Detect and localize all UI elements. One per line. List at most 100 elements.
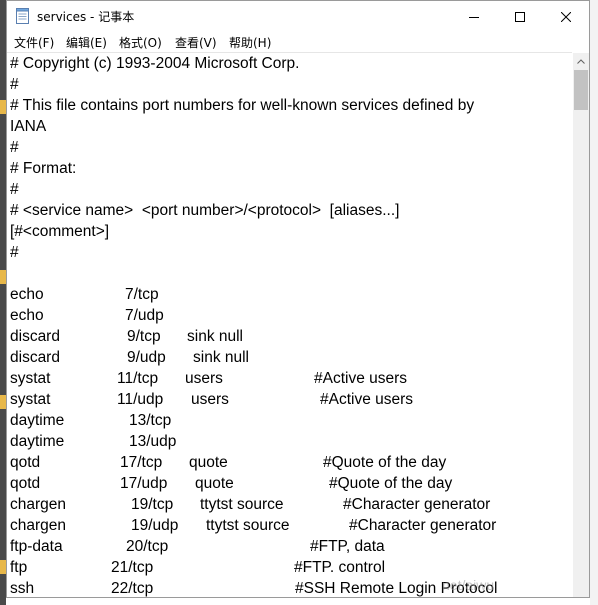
text-line bbox=[10, 263, 474, 284]
text-line: # This file contains port numbers for we… bbox=[10, 95, 474, 116]
text-line: # bbox=[10, 242, 474, 263]
line-aliases: users bbox=[185, 370, 223, 387]
notepad-window: services - 记事本 文件(F) 编辑(E) 格式(O) 查看(V) 帮… bbox=[6, 0, 590, 598]
text-editor[interactable]: # Copyright (c) 1993-2004 Microsoft Corp… bbox=[7, 52, 572, 598]
text-line: IANA bbox=[10, 116, 474, 137]
line-text: # bbox=[10, 139, 19, 156]
line-port: 17/tcp bbox=[120, 454, 163, 471]
line-comment: #Character generator bbox=[349, 517, 497, 534]
text-line: systat 11/udp users #Active users bbox=[10, 389, 474, 410]
line-text: # This file contains port numbers for we… bbox=[10, 97, 475, 114]
text-line: # Copyright (c) 1993-2004 Microsoft Corp… bbox=[10, 53, 474, 74]
line-text: # Copyright (c) 1993-2004 Microsoft Corp… bbox=[10, 55, 300, 72]
line-service-name: systat bbox=[10, 370, 51, 387]
line-comment: #Active users bbox=[320, 391, 414, 408]
line-comment: #Active users bbox=[314, 370, 408, 387]
close-button[interactable] bbox=[543, 1, 589, 32]
menu-help[interactable]: 帮助(H) bbox=[229, 34, 271, 51]
line-port: 7/udp bbox=[125, 307, 164, 324]
line-service-name: qotd bbox=[10, 454, 41, 471]
line-comment: #Quote of the day bbox=[323, 454, 447, 471]
line-text: # <service name> <port number>/<protocol… bbox=[10, 202, 400, 219]
vertical-scrollbar[interactable] bbox=[573, 53, 589, 597]
desktop-right-edge bbox=[590, 0, 598, 605]
line-port: 19/tcp bbox=[131, 496, 174, 513]
line-service-name: daytime bbox=[10, 433, 65, 450]
text-line: # bbox=[10, 137, 474, 158]
line-text bbox=[10, 265, 14, 282]
text-line: daytime 13/tcp bbox=[10, 410, 474, 431]
line-text: # bbox=[10, 181, 19, 198]
text-line: chargen 19/tcp ttytst source #Character gen… bbox=[10, 494, 490, 515]
notepad-icon bbox=[16, 8, 29, 24]
minimize-icon bbox=[469, 16, 479, 18]
line-port: 9/tcp bbox=[127, 328, 161, 345]
line-port: 22/tcp bbox=[111, 580, 154, 597]
text-line: daytime 13/udp bbox=[10, 431, 474, 452]
line-service-name: discard bbox=[10, 328, 60, 345]
text-line: # bbox=[10, 179, 474, 200]
minimize-button[interactable] bbox=[451, 1, 497, 32]
window-title: services - 记事本 bbox=[37, 10, 135, 24]
line-service-name: qotd bbox=[10, 475, 41, 492]
menu-view[interactable]: 查看(V) bbox=[175, 34, 217, 51]
line-service-name: echo bbox=[10, 307, 44, 324]
line-aliases: ttytst source bbox=[200, 496, 284, 513]
text-line: [#<comment>] bbox=[10, 221, 474, 242]
line-text: # bbox=[10, 76, 19, 93]
line-aliases: quote bbox=[189, 454, 228, 471]
line-service-name: ftp-data bbox=[10, 538, 63, 555]
text-line: qotd 17/udp quote #Quote of the day bbox=[10, 473, 474, 494]
scroll-up-button[interactable] bbox=[573, 53, 589, 70]
line-service-name: ftp bbox=[10, 559, 28, 576]
line-port: 21/tcp bbox=[111, 559, 154, 576]
line-port: 19/udp bbox=[131, 517, 179, 534]
line-port: 13/udp bbox=[129, 433, 177, 450]
line-port: 17/udp bbox=[120, 475, 168, 492]
line-service-name: daytime bbox=[10, 412, 65, 429]
menu-format[interactable]: 格式(O) bbox=[119, 34, 162, 51]
text-line: ssh 22/tcp #SSH Remote Login Protocol bbox=[10, 578, 497, 598]
text-line: # bbox=[10, 74, 474, 95]
line-service-name: chargen bbox=[10, 517, 67, 534]
line-text: [#<comment>] bbox=[10, 223, 110, 240]
line-aliases: ttytst source bbox=[206, 517, 290, 534]
text-line: discard 9/udp sink null bbox=[10, 347, 474, 368]
line-port: 7/tcp bbox=[125, 286, 159, 303]
line-service-name: discard bbox=[10, 349, 60, 366]
menu-file[interactable]: 文件(F) bbox=[14, 34, 54, 51]
line-service-name: ssh bbox=[10, 580, 35, 597]
text-line: echo 7/tcp bbox=[10, 284, 474, 305]
text-line: chargen 19/udp ttytst source #Character gen… bbox=[10, 515, 496, 536]
text-lines: # Copyright (c) 1993-2004 Microsoft Corp… bbox=[10, 53, 497, 598]
line-comment: #Character generator bbox=[343, 496, 491, 513]
line-service-name: chargen bbox=[10, 496, 67, 513]
line-port: 13/tcp bbox=[129, 412, 172, 429]
close-icon bbox=[561, 11, 571, 22]
line-service-name: echo bbox=[10, 286, 44, 303]
line-text: # bbox=[10, 244, 19, 261]
text-line: qotd 17/tcp quote #Quote of the day bbox=[10, 452, 474, 473]
title-bar[interactable]: services - 记事本 bbox=[7, 1, 589, 32]
scroll-thumb[interactable] bbox=[574, 70, 588, 110]
text-line: discard 9/tcp sink null bbox=[10, 326, 474, 347]
watermark-text: net/aiwu bbox=[442, 577, 495, 593]
chevron-up-icon bbox=[577, 59, 585, 64]
menu-edit[interactable]: 编辑(E) bbox=[66, 34, 107, 51]
text-line: systat 11/tcp users #Active users bbox=[10, 368, 474, 389]
line-port: 20/tcp bbox=[126, 538, 169, 555]
line-port: 11/tcp bbox=[117, 370, 159, 387]
line-text: # Format: bbox=[10, 160, 77, 177]
line-comment: #FTP, data bbox=[310, 538, 385, 555]
maximize-button[interactable] bbox=[497, 1, 543, 32]
line-aliases: users bbox=[191, 391, 229, 408]
line-port: 11/udp bbox=[117, 391, 164, 408]
text-line: # <service name> <port number>/<protocol… bbox=[10, 200, 474, 221]
text-line: # Format: bbox=[10, 158, 474, 179]
maximize-icon bbox=[515, 11, 525, 22]
line-aliases: quote bbox=[195, 475, 234, 492]
line-aliases: sink null bbox=[193, 349, 249, 366]
line-port: 9/udp bbox=[127, 349, 166, 366]
text-line: ftp-data 20/tcp #FTP, data bbox=[10, 536, 474, 557]
menu-bar: 文件(F) 编辑(E) 格式(O) 查看(V) 帮助(H) bbox=[7, 32, 589, 52]
